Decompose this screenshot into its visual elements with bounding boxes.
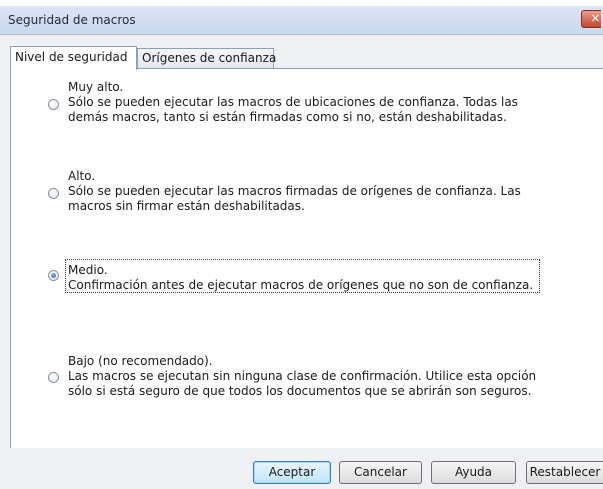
radio-medium[interactable]: [48, 270, 59, 281]
macro-security-dialog: Seguridad de macros ✕ Nivel de seguridad…: [0, 0, 603, 489]
close-icon: ✕: [590, 12, 600, 25]
tab-security-level[interactable]: Nivel de seguridad: [10, 46, 137, 70]
help-button[interactable]: Ayuda: [431, 461, 516, 484]
option-medium-description[interactable]: Confirmación antes de ejecutar macros de…: [68, 278, 543, 293]
option-very-high-description[interactable]: Sólo se pueden ejecutar las macros de ub…: [68, 95, 538, 125]
radio-low[interactable]: [48, 372, 59, 383]
option-low-description[interactable]: Las macros se ejecutan sin ninguna clase…: [68, 369, 538, 399]
cancel-button[interactable]: Cancelar: [339, 461, 422, 484]
title-bar[interactable]: Seguridad de macros ✕: [0, 6, 603, 35]
option-medium-label[interactable]: Medio.: [68, 263, 108, 277]
option-low-label[interactable]: Bajo (no recomendado).: [68, 354, 213, 368]
option-high-label[interactable]: Alto.: [68, 169, 95, 183]
option-very-high-label[interactable]: Muy alto.: [68, 80, 123, 94]
security-level-panel: Muy alto. Sólo se pueden ejecutar las ma…: [10, 68, 603, 448]
reset-button[interactable]: Restablecer: [526, 461, 603, 484]
option-high-description[interactable]: Sólo se pueden ejecutar las macros firma…: [68, 184, 538, 214]
ok-button[interactable]: Aceptar: [253, 461, 331, 484]
radio-high[interactable]: [48, 188, 59, 199]
tab-trusted-sources[interactable]: Orígenes de confianza: [137, 48, 276, 68]
close-button[interactable]: ✕: [581, 10, 601, 28]
radio-very-high[interactable]: [48, 99, 59, 110]
dialog-title: Seguridad de macros: [8, 13, 136, 27]
